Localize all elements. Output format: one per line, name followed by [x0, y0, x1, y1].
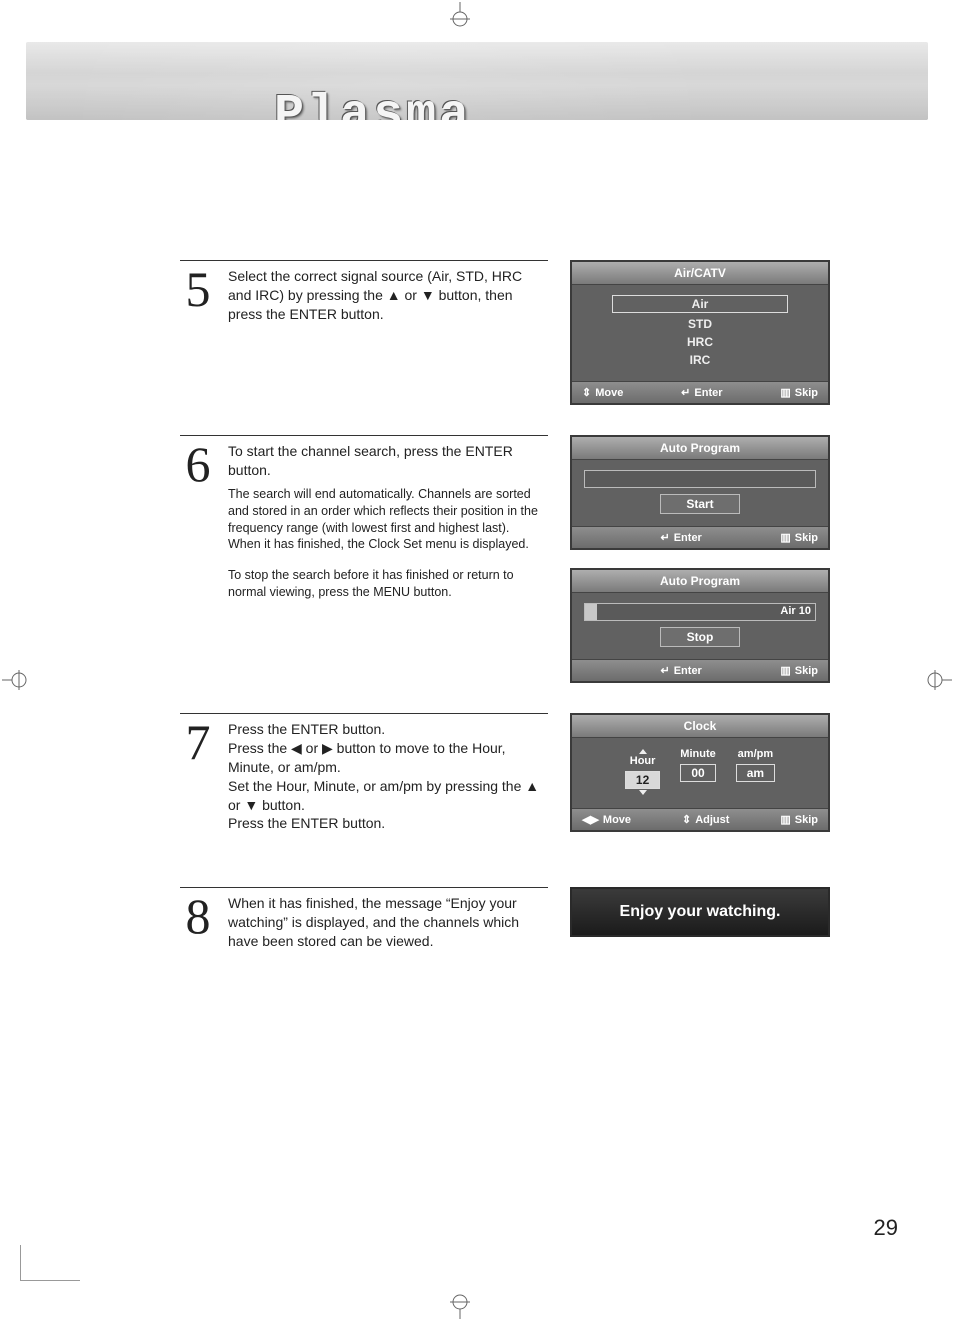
menu-icon: ▥	[780, 664, 790, 677]
step-5: 5 Select the correct signal source (Air,…	[180, 260, 548, 324]
footer-move: ⇕Move	[582, 386, 623, 399]
footer-skip: ▥Skip	[780, 813, 818, 826]
osd-option-std[interactable]: STD	[584, 315, 816, 333]
osd-clock: Clock Hour 12 Minute 00 am/pm a	[570, 713, 830, 832]
progress-fill	[585, 604, 597, 620]
osd-title: Air/CATV	[572, 262, 828, 285]
progress-label: Air 10	[780, 605, 811, 617]
step-number: 5	[180, 267, 214, 324]
corner-mark	[20, 1245, 80, 1281]
step-text: To start the channel search, press the E…	[228, 442, 548, 480]
progress-bar-empty	[584, 470, 816, 488]
clock-hdr: Minute	[680, 748, 715, 760]
step-number: 8	[180, 894, 214, 951]
osd-option-air[interactable]: Air	[612, 295, 788, 313]
enjoy-message: Enjoy your watching.	[570, 887, 830, 937]
clock-grid: Hour 12 Minute 00 am/pm am	[584, 748, 816, 796]
progress-bar: Air 10	[584, 603, 816, 621]
osd-option-list: Air STD HRC IRC	[584, 295, 816, 369]
updown-icon: ⇕	[582, 386, 591, 399]
osd-title: Clock	[572, 715, 828, 738]
stop-button[interactable]: Stop	[660, 627, 740, 647]
page-number: 29	[874, 1215, 898, 1241]
menu-icon: ▥	[780, 386, 790, 399]
footer-move: ◀▶Move	[582, 813, 631, 826]
clock-val-minute: 00	[680, 764, 715, 782]
crop-mark-top	[440, 2, 480, 27]
menu-icon: ▥	[780, 531, 790, 544]
osd-autoprogram-running: Auto Program Air 10 Stop ↵Enter ▥Skip	[570, 568, 830, 683]
footer-adjust: ⇕Adjust	[682, 813, 729, 826]
osd-option-irc[interactable]: IRC	[584, 351, 816, 369]
clock-col-hour[interactable]: Hour 12	[625, 748, 660, 796]
osd-footer: ↵Enter ▥Skip	[572, 659, 828, 681]
osd-footer: ◀▶Move ⇕Adjust ▥Skip	[572, 808, 828, 830]
step-line-4: Press the ENTER button.	[228, 814, 548, 833]
leftright-icon: ◀▶	[582, 813, 599, 826]
step-number: 6	[180, 442, 214, 601]
clock-hdr: Hour	[625, 755, 660, 767]
enter-icon: ↵	[681, 386, 690, 399]
step-subtext-2: To stop the search before it has finishe…	[228, 567, 548, 601]
enter-icon: ↵	[661, 531, 670, 544]
osd-footer: ⇕Move ↵Enter ▥Skip	[572, 381, 828, 403]
menu-icon: ▥	[780, 813, 790, 826]
footer-skip: ▥Skip	[780, 664, 818, 677]
banner-title: Plasma Display	[274, 87, 725, 120]
osd-title: Auto Program	[572, 437, 828, 460]
step-line-3: Set the Hour, Minute, or am/pm by pressi…	[228, 777, 548, 815]
step-6: 6 To start the channel search, press the…	[180, 435, 548, 601]
osd-footer: ↵Enter ▥Skip	[572, 526, 828, 548]
footer-skip: ▥Skip	[780, 386, 818, 399]
osd-option-hrc[interactable]: HRC	[584, 333, 816, 351]
clock-hdr: am/pm	[736, 748, 775, 760]
step-8: 8 When it has finished, the message “Enj…	[180, 887, 548, 951]
clock-col-ampm[interactable]: am/pm am	[736, 748, 775, 796]
step-text: Select the correct signal source (Air, S…	[228, 267, 548, 324]
step-7: 7 Press the ENTER button. Press the ◀ or…	[180, 713, 548, 833]
osd-title: Auto Program	[572, 570, 828, 593]
enter-icon: ↵	[661, 664, 670, 677]
step-line-2: Press the ◀ or ▶ button to move to the H…	[228, 739, 548, 777]
header-banner: Plasma Display	[26, 42, 928, 120]
step-subtext-1: The search will end automatically. Chann…	[228, 486, 548, 554]
start-button[interactable]: Start	[660, 494, 740, 514]
osd-aircatv: Air/CATV Air STD HRC IRC ⇕Move ↵Enter ▥S…	[570, 260, 830, 405]
clock-col-minute[interactable]: Minute 00	[680, 748, 715, 796]
step-text: When it has finished, the message “Enjoy…	[228, 894, 548, 951]
footer-enter: ↵Enter	[661, 664, 702, 677]
footer-enter: ↵Enter	[681, 386, 722, 399]
step-number: 7	[180, 720, 214, 833]
clock-val-hour: 12	[625, 771, 660, 789]
crop-mark-right	[927, 660, 952, 700]
step-line-1: Press the ENTER button.	[228, 720, 548, 739]
osd-autoprogram-start: Auto Program Start ↵Enter ▥Skip	[570, 435, 830, 550]
footer-skip: ▥Skip	[780, 531, 818, 544]
footer-enter: ↵Enter	[661, 531, 702, 544]
crop-mark-left	[2, 660, 27, 700]
updown-icon: ⇕	[682, 813, 691, 826]
crop-mark-bottom	[440, 1294, 480, 1319]
clock-val-ampm: am	[736, 764, 775, 782]
